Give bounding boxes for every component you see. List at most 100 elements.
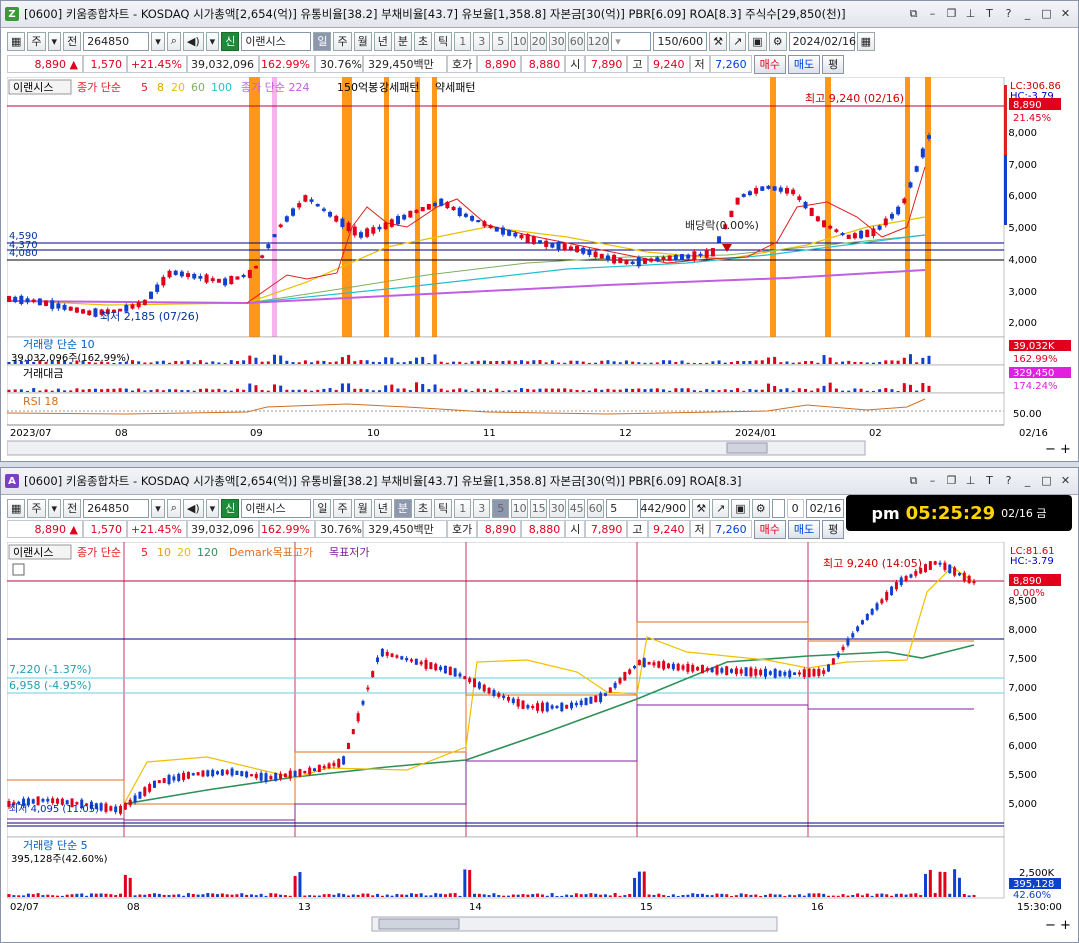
close-icon[interactable]: ✕ bbox=[1059, 7, 1072, 20]
maximize-icon[interactable]: □ bbox=[1040, 7, 1053, 20]
font-icon[interactable]: T bbox=[983, 474, 996, 487]
link-icon[interactable]: ⧉ bbox=[907, 474, 920, 487]
type-select[interactable]: 주 bbox=[27, 31, 46, 51]
period-second[interactable]: 초 bbox=[413, 498, 433, 518]
daily-chart-svg[interactable]: 4,590 4,370 4,080 8,000 7,000 6,000 5,00… bbox=[6, 76, 1074, 461]
period-day[interactable]: 일 bbox=[313, 31, 332, 51]
num-button[interactable]: 30 bbox=[549, 498, 567, 518]
chevron-down-icon[interactable]: ▾ bbox=[205, 31, 220, 51]
scroll-thumb[interactable] bbox=[726, 442, 768, 454]
checkbox[interactable] bbox=[771, 498, 785, 518]
sell-button[interactable]: 매도 bbox=[787, 54, 821, 74]
market-select[interactable]: 전 bbox=[63, 31, 82, 51]
period-tick[interactable]: 틱 bbox=[434, 498, 453, 518]
scroll-thumb[interactable] bbox=[378, 918, 460, 930]
speaker-icon[interactable]: ◀) bbox=[182, 31, 204, 51]
flat-button[interactable]: 평 bbox=[822, 519, 845, 539]
close-icon[interactable]: ✕ bbox=[1059, 474, 1072, 487]
stock-name[interactable]: 이랜시스 bbox=[241, 31, 312, 51]
num-button[interactable]: 3 bbox=[473, 498, 491, 518]
table-icon[interactable] bbox=[12, 563, 25, 576]
zoom-controls[interactable]: − + bbox=[1045, 918, 1071, 933]
period-minute[interactable]: 분 bbox=[393, 31, 412, 51]
num-button[interactable]: 5 bbox=[492, 498, 510, 518]
num-button[interactable]: 30 bbox=[549, 31, 567, 51]
num-button[interactable]: 120 bbox=[587, 31, 610, 51]
num-button[interactable]: 20 bbox=[530, 31, 548, 51]
period-year[interactable]: 년 bbox=[373, 31, 392, 51]
grid-icon[interactable]: ▦ bbox=[7, 31, 26, 51]
settings-icon[interactable]: ⚙ bbox=[751, 498, 770, 518]
num-button[interactable]: 45 bbox=[568, 498, 586, 518]
save-icon[interactable]: ▣ bbox=[731, 498, 750, 518]
sell-button[interactable]: 매도 bbox=[787, 519, 821, 539]
title-bar[interactable]: Z [0600] 키움종합차트 - KOSDAQ 시가총액[2,654(억)] … bbox=[1, 1, 1078, 28]
minimize-icon[interactable]: _ bbox=[1021, 7, 1034, 20]
chevron-down-icon[interactable]: ▾ bbox=[151, 31, 165, 51]
pin-icon[interactable]: ⊥ bbox=[964, 474, 977, 487]
date-input[interactable]: 02/16 bbox=[805, 498, 844, 518]
type-select[interactable]: 주 bbox=[27, 498, 46, 518]
period-month[interactable]: 월 bbox=[353, 498, 372, 518]
period-minute[interactable]: 분 bbox=[393, 498, 412, 518]
zoom-controls[interactable]: − + bbox=[1045, 442, 1071, 457]
period-tick[interactable]: 틱 bbox=[434, 31, 453, 51]
draw-icon[interactable]: ↗ bbox=[712, 498, 730, 518]
num-button[interactable]: 5 bbox=[492, 31, 510, 51]
minute-chart-svg[interactable]: 7,220 (-1.37%) 6,958 (-4.95%) 8,500 8,00… bbox=[6, 541, 1074, 942]
num-button[interactable]: 1 bbox=[454, 31, 472, 51]
num-button[interactable]: 10 bbox=[511, 31, 529, 51]
market-select[interactable]: 전 bbox=[63, 498, 82, 518]
pin-icon[interactable]: ⊥ bbox=[964, 7, 977, 20]
maximize-icon[interactable]: □ bbox=[1040, 474, 1053, 487]
restore-icon[interactable]: ❐ bbox=[945, 474, 958, 487]
chevron-down-icon[interactable]: ▾ bbox=[205, 498, 220, 518]
minus-icon[interactable]: – bbox=[926, 474, 939, 487]
help-icon[interactable]: ? bbox=[1002, 474, 1015, 487]
code-input[interactable]: 264850 bbox=[83, 31, 150, 51]
period-second[interactable]: 초 bbox=[413, 31, 433, 51]
num-button[interactable]: 10 bbox=[511, 498, 529, 518]
date-input[interactable]: 2024/02/16 bbox=[788, 31, 856, 51]
buy-button[interactable]: 매수 bbox=[753, 54, 786, 74]
minus-icon[interactable]: – bbox=[926, 7, 939, 20]
tools-icon[interactable]: ⚒ bbox=[692, 498, 711, 518]
num-button[interactable]: 60 bbox=[568, 31, 586, 51]
speaker-icon[interactable]: ◀) bbox=[182, 498, 204, 518]
flat-button[interactable]: 평 bbox=[822, 54, 845, 74]
period-week[interactable]: 주 bbox=[333, 498, 352, 518]
count-input[interactable]: 150/600 bbox=[653, 31, 708, 51]
draw-icon[interactable]: ↗ bbox=[729, 31, 747, 51]
code-input[interactable]: 264850 bbox=[83, 498, 150, 518]
minute-chart[interactable]: 7,220 (-1.37%) 6,958 (-4.95%) 8,500 8,00… bbox=[6, 541, 1074, 942]
search-icon[interactable]: ⌕ bbox=[166, 498, 181, 518]
help-icon[interactable]: ? bbox=[1002, 7, 1015, 20]
chevron-down-icon[interactable]: ▾ bbox=[47, 498, 62, 518]
settings-icon[interactable]: ⚙ bbox=[768, 31, 787, 51]
minute-input[interactable]: 5 bbox=[606, 498, 639, 518]
link-icon[interactable]: ⧉ bbox=[907, 7, 920, 20]
daily-chart[interactable]: 4,590 4,370 4,080 8,000 7,000 6,000 5,00… bbox=[6, 76, 1074, 461]
num-button[interactable]: 1 bbox=[454, 498, 472, 518]
period-year[interactable]: 년 bbox=[373, 498, 392, 518]
count-input[interactable]: 442/900 bbox=[640, 498, 691, 518]
chevron-down-icon[interactable]: ▾ bbox=[47, 31, 62, 51]
period-day[interactable]: 일 bbox=[313, 498, 332, 518]
save-icon[interactable]: ▣ bbox=[748, 31, 767, 51]
num-button[interactable]: 60 bbox=[587, 498, 605, 518]
buy-button[interactable]: 매수 bbox=[753, 519, 786, 539]
period-month[interactable]: 월 bbox=[353, 31, 372, 51]
title-bar[interactable]: A [0600] 키움종합차트 - KOSDAQ 시가총액[2,654(억)] … bbox=[1, 468, 1078, 495]
restore-icon[interactable]: ❐ bbox=[945, 7, 958, 20]
font-icon[interactable]: T bbox=[983, 7, 996, 20]
grid-icon[interactable]: ▦ bbox=[7, 498, 26, 518]
calendar-icon[interactable]: ▦ bbox=[856, 31, 875, 51]
stock-name[interactable]: 이랜시스 bbox=[241, 498, 312, 518]
tools-icon[interactable]: ⚒ bbox=[709, 31, 728, 51]
custom-period-input[interactable]: ▾ bbox=[611, 31, 652, 51]
num-button[interactable]: 3 bbox=[473, 31, 491, 51]
period-week[interactable]: 주 bbox=[333, 31, 352, 51]
search-icon[interactable]: ⌕ bbox=[166, 31, 181, 51]
chevron-down-icon[interactable]: ▾ bbox=[151, 498, 165, 518]
num-button[interactable]: 15 bbox=[530, 498, 548, 518]
